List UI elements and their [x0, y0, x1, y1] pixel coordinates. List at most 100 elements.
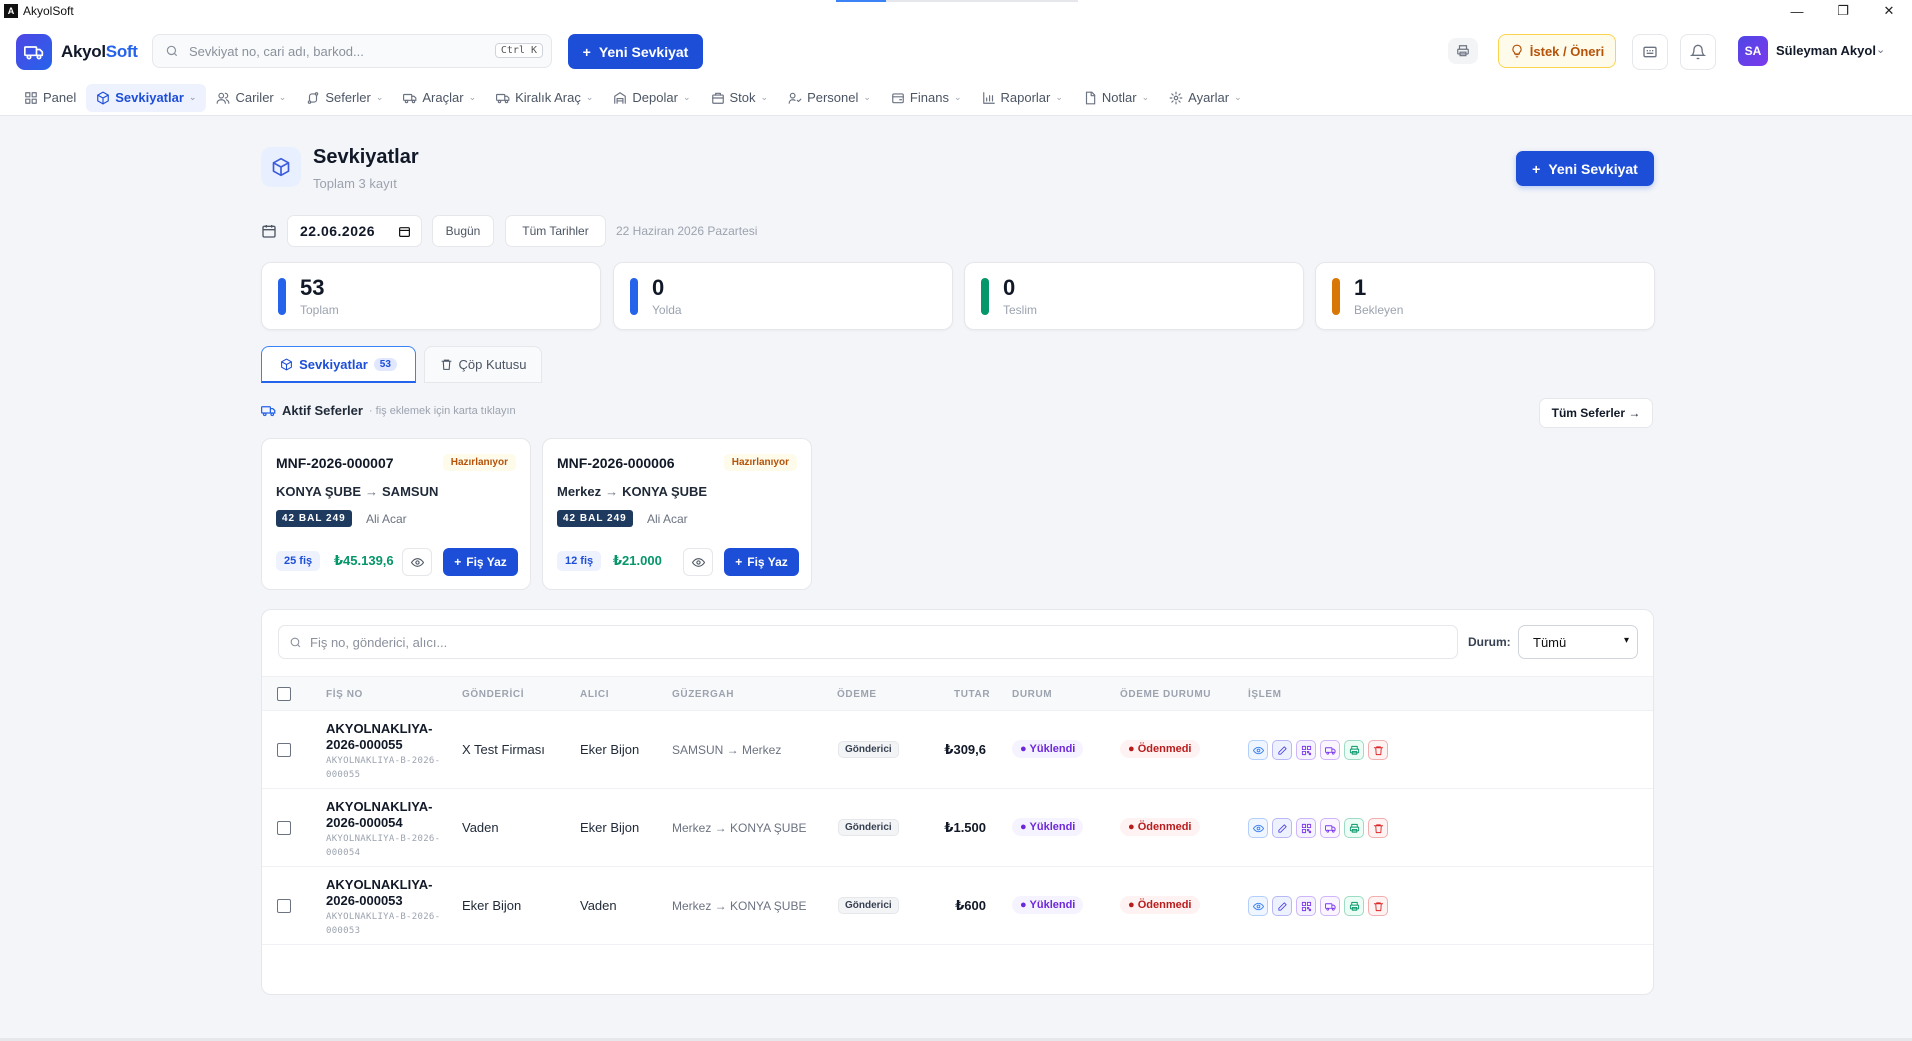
- table-search-input[interactable]: Fiş no, gönderici, alıcı...: [278, 625, 1458, 659]
- trip-card[interactable]: MNF-2026-000007 Hazırlanıyor KONYA ŞUBE → SA…: [261, 438, 531, 590]
- user-name[interactable]: Süleyman Akyol: [1776, 43, 1876, 58]
- stat-value: 0: [652, 275, 665, 300]
- chevron-down-icon: ⌄: [188, 92, 197, 102]
- print-icon[interactable]: [1344, 818, 1364, 838]
- active-trips-header: Aktif Seferler · fiş eklemek için karta …: [261, 403, 516, 418]
- tab-shipments[interactable]: Sevkiyatlar 53: [261, 346, 416, 383]
- nav-item-7[interactable]: Stok ⌄: [701, 84, 779, 112]
- row-checkbox[interactable]: [277, 899, 291, 913]
- nav-item-1[interactable]: Sevkiyatlar ⌄: [86, 83, 207, 112]
- new-shipment-button[interactable]: + Yeni Sevkiyat: [1516, 151, 1654, 186]
- printer-icon[interactable]: [1448, 38, 1478, 64]
- table-row[interactable]: AKYOLNAKLIYA-2026-000055 AKYOLNAKLIYA-B-2…: [262, 711, 1653, 789]
- suggestion-button[interactable]: İstek / Öneri: [1498, 34, 1616, 68]
- view-trip-button[interactable]: [402, 548, 432, 576]
- global-search-input[interactable]: Sevkiyat no, cari adı, barkod... Ctrl K: [152, 34, 552, 68]
- column-header[interactable]: ÖDEME: [837, 689, 877, 700]
- today-button[interactable]: Bugün: [432, 215, 494, 247]
- view-eye-icon[interactable]: [1248, 896, 1268, 916]
- write-receipt-button[interactable]: + Fiş Yaz: [724, 548, 799, 576]
- trip-card[interactable]: MNF-2026-000006 Hazırlanıyor Merkez → KONYA …: [542, 438, 812, 590]
- bell-icon[interactable]: [1680, 34, 1716, 70]
- dot-icon: ●: [1128, 743, 1138, 755]
- qr-code-icon[interactable]: [1296, 740, 1316, 760]
- truck-assign-icon[interactable]: [1320, 896, 1340, 916]
- receipt-number[interactable]: AKYOLNAKLIYA-2026-000054: [326, 799, 436, 831]
- write-receipt-button[interactable]: + Fiş Yaz: [443, 548, 518, 576]
- view-eye-icon[interactable]: [1248, 818, 1268, 838]
- nav-item-4[interactable]: Araçlar ⌄: [393, 84, 486, 112]
- route: Merkez → KONYA ŞUBE: [672, 821, 807, 835]
- calculator-icon[interactable]: [1632, 34, 1668, 70]
- chevron-down-icon: ⌄: [863, 92, 871, 102]
- truck-assign-icon[interactable]: [1320, 818, 1340, 838]
- stat-value: 53: [300, 275, 325, 300]
- view-trip-button[interactable]: [683, 548, 713, 576]
- nav-item-10[interactable]: Raporlar ⌄: [972, 84, 1073, 112]
- eye-icon: [691, 557, 705, 567]
- user-avatar[interactable]: SA: [1738, 36, 1768, 66]
- nav-item-11[interactable]: Notlar ⌄: [1073, 84, 1159, 112]
- view-eye-icon[interactable]: [1248, 740, 1268, 760]
- grid-icon: [25, 91, 37, 104]
- table-row[interactable]: AKYOLNAKLIYA-2026-000053 AKYOLNAKLIYA-B-2…: [262, 867, 1653, 945]
- chevron-down-icon[interactable]: ⌄: [1876, 43, 1885, 56]
- logo-truck-icon[interactable]: [16, 34, 52, 70]
- stat-label: Teslim: [1003, 303, 1038, 317]
- column-header[interactable]: ÖDEME DURUMU: [1120, 689, 1211, 700]
- nav-item-label: Raporlar: [1000, 90, 1051, 105]
- minimize-icon[interactable]: —: [1774, 0, 1820, 22]
- status-filter-select[interactable]: Tümü ▾: [1518, 625, 1638, 659]
- select-all-checkbox[interactable]: [277, 687, 291, 701]
- nav-item-2[interactable]: Cariler ⌄: [206, 84, 296, 112]
- search-icon: [166, 45, 178, 57]
- delete-trash-icon[interactable]: [1368, 818, 1388, 838]
- qr-code-icon[interactable]: [1296, 896, 1316, 916]
- receipt-number[interactable]: AKYOLNAKLIYA-2026-000055: [326, 721, 436, 753]
- column-header[interactable]: FİŞ NO: [326, 689, 363, 700]
- column-header[interactable]: GÜZERGAH: [672, 689, 734, 700]
- nav-item-0[interactable]: Panel: [14, 84, 86, 112]
- print-icon[interactable]: [1344, 896, 1364, 916]
- nav-item-9[interactable]: Finans ⌄: [881, 84, 972, 112]
- column-header[interactable]: DURUM: [1012, 689, 1052, 700]
- nav-item-8[interactable]: Personel ⌄: [778, 84, 881, 112]
- payment-type-badge: Gönderici: [838, 819, 899, 836]
- driver-name: Ali Acar: [366, 512, 407, 526]
- column-header[interactable]: ALICI: [580, 689, 609, 700]
- table-row[interactable]: AKYOLNAKLIYA-2026-000054 AKYOLNAKLIYA-B-2…: [262, 789, 1653, 867]
- nav-item-12[interactable]: Ayarlar ⌄: [1159, 84, 1252, 112]
- nav-item-5[interactable]: Kiralık Araç ⌄: [486, 84, 603, 112]
- restore-icon[interactable]: ❐: [1820, 0, 1866, 22]
- close-icon[interactable]: ✕: [1866, 0, 1912, 22]
- tab-trash[interactable]: Çöp Kutusu: [424, 346, 542, 383]
- column-header[interactable]: İŞLEM: [1248, 689, 1282, 700]
- logo-text[interactable]: AkyolSoft: [61, 42, 138, 62]
- row-checkbox[interactable]: [277, 821, 291, 835]
- truck-assign-icon[interactable]: [1320, 740, 1340, 760]
- stat-label: Yolda: [652, 303, 682, 317]
- edit-pencil-icon[interactable]: [1272, 740, 1292, 760]
- print-icon[interactable]: [1344, 740, 1364, 760]
- status-badge: ● Yüklendi: [1012, 818, 1084, 836]
- delete-trash-icon[interactable]: [1368, 896, 1388, 916]
- edit-pencil-icon[interactable]: [1272, 818, 1292, 838]
- qr-code-icon[interactable]: [1296, 818, 1316, 838]
- delete-trash-icon[interactable]: [1368, 740, 1388, 760]
- nav-item-label: Panel: [43, 90, 77, 105]
- nav-item-6[interactable]: Depolar ⌄: [603, 84, 700, 112]
- truck-icon: [496, 93, 510, 103]
- all-trips-button[interactable]: Tüm Seferler →: [1539, 398, 1653, 428]
- column-header[interactable]: GÖNDERİCİ: [462, 689, 524, 700]
- trip-code: MNF-2026-000006: [557, 455, 675, 471]
- date-input[interactable]: 22.06.2026: [287, 215, 422, 247]
- row-checkbox[interactable]: [277, 743, 291, 757]
- nav-item-3[interactable]: Seferler ⌄: [296, 84, 393, 112]
- page-subtitle: Toplam 3 kayıt: [313, 176, 397, 191]
- receipt-number[interactable]: AKYOLNAKLIYA-2026-000053: [326, 877, 436, 909]
- all-dates-button[interactable]: Tüm Tarihler: [505, 215, 606, 247]
- header-new-shipment-button[interactable]: + Yeni Sevkiyat: [568, 34, 703, 69]
- column-header[interactable]: TUTAR: [954, 689, 990, 700]
- edit-pencil-icon[interactable]: [1272, 896, 1292, 916]
- status-badge: ● Yüklendi: [1012, 740, 1084, 758]
